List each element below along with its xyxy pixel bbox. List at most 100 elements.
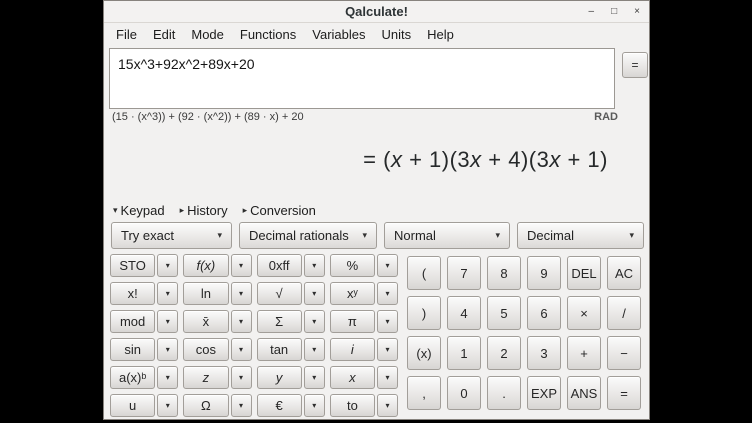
key-ans[interactable]: ANS bbox=[567, 376, 601, 410]
base-mode-select[interactable]: Decimal ▾ bbox=[517, 222, 644, 249]
key-var-x[interactable]: x bbox=[330, 366, 375, 389]
tab-history[interactable]: ▸ History bbox=[180, 203, 228, 218]
key-dropdown-button[interactable]: ▾ bbox=[377, 282, 398, 305]
key-dropdown-button[interactable]: ▾ bbox=[231, 282, 252, 305]
key-dropdown-button[interactable]: ▾ bbox=[377, 394, 398, 417]
key-paren-close[interactable]: ) bbox=[407, 296, 441, 330]
key-plus[interactable]: + bbox=[567, 336, 601, 370]
key-paren-open[interactable]: ( bbox=[407, 256, 441, 290]
key-decimal-point[interactable]: . bbox=[487, 376, 521, 410]
key-multiply[interactable]: × bbox=[567, 296, 601, 330]
parsed-expression: (15 · (x^3)) + (92 · (x^2)) + (89 · x) +… bbox=[112, 111, 304, 123]
key-comma[interactable]: , bbox=[407, 376, 441, 410]
key-x-pow-y[interactable]: xʸ bbox=[330, 282, 375, 305]
key-dropdown-button[interactable]: ▾ bbox=[157, 310, 178, 333]
key-cos[interactable]: cos bbox=[183, 338, 228, 361]
key-dropdown-button[interactable]: ▾ bbox=[377, 338, 398, 361]
key-var-z[interactable]: z bbox=[183, 366, 228, 389]
key-mean[interactable]: x̄ bbox=[183, 310, 228, 333]
key-3[interactable]: 3 bbox=[527, 336, 561, 370]
key-dropdown-button[interactable]: ▾ bbox=[304, 394, 325, 417]
key-dropdown-button[interactable]: ▾ bbox=[231, 310, 252, 333]
menu-variables[interactable]: Variables bbox=[304, 25, 373, 44]
key-exp[interactable]: EXP bbox=[527, 376, 561, 410]
chevron-down-icon: ▾ bbox=[629, 230, 634, 241]
panel-expanders: ▾ Keypad ▸ History ▸ Conversion bbox=[113, 203, 316, 218]
key-pi[interactable]: π bbox=[330, 310, 375, 333]
key-dropdown-button[interactable]: ▾ bbox=[304, 282, 325, 305]
key-ac[interactable]: AC bbox=[607, 256, 641, 290]
key-tan[interactable]: tan bbox=[257, 338, 302, 361]
key-fx[interactable]: f(x) bbox=[183, 254, 228, 277]
expression-input[interactable]: 15x^3+92x^2+89x+20 bbox=[109, 48, 615, 109]
key-percent[interactable]: % bbox=[330, 254, 375, 277]
key-0xff[interactable]: 0xff bbox=[257, 254, 302, 277]
key-dropdown-button[interactable]: ▾ bbox=[157, 282, 178, 305]
key-2[interactable]: 2 bbox=[487, 336, 521, 370]
key-ln[interactable]: ln bbox=[183, 282, 228, 305]
key-7[interactable]: 7 bbox=[447, 256, 481, 290]
screen-backdrop: Qalculate! – □ × File Edit Mode Function… bbox=[0, 0, 752, 423]
menu-help[interactable]: Help bbox=[419, 25, 462, 44]
key-dropdown-button[interactable]: ▾ bbox=[304, 310, 325, 333]
menu-edit[interactable]: Edit bbox=[145, 25, 183, 44]
key-dropdown-button[interactable]: ▾ bbox=[231, 254, 252, 277]
key-dropdown-button[interactable]: ▾ bbox=[157, 394, 178, 417]
key-del[interactable]: DEL bbox=[567, 256, 601, 290]
base-mode-value: Decimal bbox=[527, 228, 574, 243]
key-dropdown-button[interactable]: ▾ bbox=[304, 254, 325, 277]
key-sqrt[interactable]: √ bbox=[257, 282, 302, 305]
key-4[interactable]: 4 bbox=[447, 296, 481, 330]
key-sto[interactable]: STO bbox=[110, 254, 155, 277]
calculate-button[interactable]: = bbox=[622, 52, 648, 78]
key-dropdown-button[interactable]: ▾ bbox=[304, 338, 325, 361]
exact-mode-select[interactable]: Try exact ▾ bbox=[111, 222, 232, 249]
key-var-y[interactable]: y bbox=[257, 366, 302, 389]
key-dropdown-button[interactable]: ▾ bbox=[304, 366, 325, 389]
key-dropdown-button[interactable]: ▾ bbox=[231, 366, 252, 389]
key-unit-u[interactable]: u bbox=[110, 394, 155, 417]
key-9[interactable]: 9 bbox=[527, 256, 561, 290]
tab-keypad[interactable]: ▾ Keypad bbox=[113, 203, 165, 218]
key-divide[interactable]: / bbox=[607, 296, 641, 330]
key-mod[interactable]: mod bbox=[110, 310, 155, 333]
key-dropdown-button[interactable]: ▾ bbox=[377, 366, 398, 389]
display-mode-select[interactable]: Normal ▾ bbox=[384, 222, 510, 249]
key-dropdown-button[interactable]: ▾ bbox=[377, 254, 398, 277]
chevron-down-icon: ▾ bbox=[217, 230, 222, 241]
key-0[interactable]: 0 bbox=[447, 376, 481, 410]
key-dropdown-button[interactable]: ▾ bbox=[231, 338, 252, 361]
key-5[interactable]: 5 bbox=[487, 296, 521, 330]
key-6[interactable]: 6 bbox=[527, 296, 561, 330]
key-a-x-b[interactable]: a(x)ᵇ bbox=[110, 366, 155, 389]
fraction-mode-select[interactable]: Decimal rationals ▾ bbox=[239, 222, 377, 249]
close-icon[interactable]: × bbox=[634, 7, 640, 17]
key-dropdown-button[interactable]: ▾ bbox=[157, 366, 178, 389]
menu-mode[interactable]: Mode bbox=[183, 25, 232, 44]
key-ohm[interactable]: Ω bbox=[183, 394, 228, 417]
key-dropdown-button[interactable]: ▾ bbox=[157, 338, 178, 361]
key-8[interactable]: 8 bbox=[487, 256, 521, 290]
key-1[interactable]: 1 bbox=[447, 336, 481, 370]
key-factorial[interactable]: x! bbox=[110, 282, 155, 305]
key-minus[interactable]: − bbox=[607, 336, 641, 370]
maximize-icon[interactable]: □ bbox=[611, 7, 617, 17]
key-dropdown-button[interactable]: ▾ bbox=[231, 394, 252, 417]
minimize-icon[interactable]: – bbox=[589, 7, 595, 17]
menu-functions[interactable]: Functions bbox=[232, 25, 304, 44]
key-smart-parentheses[interactable]: (x) bbox=[407, 336, 441, 370]
key-imaginary-i[interactable]: i bbox=[330, 338, 375, 361]
tab-conversion[interactable]: ▸ Conversion bbox=[243, 203, 316, 218]
display-mode-value: Normal bbox=[394, 228, 436, 243]
key-euro[interactable]: € bbox=[257, 394, 302, 417]
titlebar[interactable]: Qalculate! – □ × bbox=[104, 1, 649, 23]
key-sum[interactable]: Σ bbox=[257, 310, 302, 333]
key-sin[interactable]: sin bbox=[110, 338, 155, 361]
key-to[interactable]: to bbox=[330, 394, 375, 417]
key-dropdown-button[interactable]: ▾ bbox=[377, 310, 398, 333]
key-dropdown-button[interactable]: ▾ bbox=[157, 254, 178, 277]
menu-units[interactable]: Units bbox=[374, 25, 420, 44]
exact-mode-value: Try exact bbox=[121, 228, 174, 243]
menu-file[interactable]: File bbox=[108, 25, 145, 44]
key-equals[interactable]: = bbox=[607, 376, 641, 410]
